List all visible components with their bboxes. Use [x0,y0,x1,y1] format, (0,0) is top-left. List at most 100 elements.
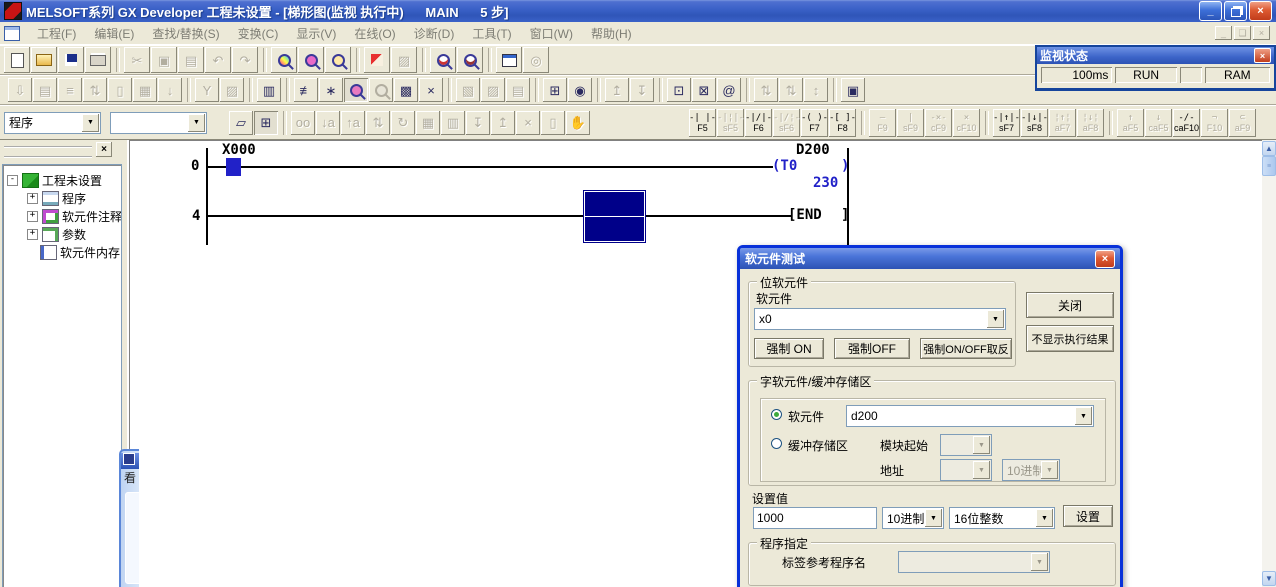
buffer-memory-radio[interactable] [771,438,782,449]
sampling-trace-button[interactable]: ◉ [568,78,592,102]
print-button[interactable] [85,47,111,73]
copy-button[interactable]: ▣ [151,47,177,73]
menu-item-help[interactable]: 帮助(H) [582,23,641,44]
scroll-up-button[interactable]: ↥ [605,78,629,102]
mdi-minimize-button[interactable]: _ [1215,26,1232,40]
monitor-write-button[interactable]: ∗ [319,78,343,102]
monitor-display-button[interactable]: ▣ [841,78,865,102]
ladder-write-button[interactable]: ⇩ [8,78,32,102]
transfer-setup-button[interactable]: ▥ [257,78,281,102]
copy-program-button[interactable]: ▤ [33,78,57,102]
end-instruction[interactable]: [END [788,207,822,223]
close-button[interactable]: × [1249,1,1272,21]
comment-circle-button[interactable]: ◎ [523,47,549,73]
convert-block-button[interactable]: ▨ [220,78,244,102]
menu-item-window[interactable]: 窗口(W) [521,23,582,44]
device-test-button[interactable] [344,78,368,102]
panel-close-button[interactable]: × [96,142,112,157]
list-used-device-button[interactable]: ▨ [481,78,505,102]
zoom-in-button[interactable] [430,47,456,73]
find-instruction-button[interactable] [325,47,351,73]
open-window-button[interactable]: ⊡ [667,78,691,102]
scroll-down-arrow[interactable]: ▼ [1262,571,1276,586]
expand-icon[interactable]: + [27,211,38,222]
monitor-start-button[interactable]: ≢ [294,78,318,102]
write-mode-button[interactable] [364,47,390,73]
menu-item-convert[interactable]: 变换(C) [229,23,288,44]
mdi-close-button[interactable]: × [1253,26,1270,40]
chevron-down-icon[interactable]: ▼ [1036,509,1053,527]
refresh-button[interactable]: ↻ [391,111,415,135]
device-batch-button[interactable] [369,78,393,102]
find-next-down-button[interactable]: ↓a [316,111,340,135]
expand-icon[interactable]: + [27,229,38,240]
cut-button[interactable]: ✂ [124,47,150,73]
monitor-mode-button[interactable]: ▨ [391,47,417,73]
comment-display-button[interactable]: ▱ [229,111,253,135]
undo-button[interactable]: ↶ [205,47,231,73]
chevron-down-icon[interactable]: ▼ [987,310,1004,328]
open-project-button[interactable] [31,47,57,73]
timer-coil[interactable]: (T0 [772,158,797,174]
find-device-button[interactable] [298,47,324,73]
set-value-input[interactable]: 1000 [753,507,877,529]
chevron-down-icon[interactable]: ▼ [925,509,942,527]
expand-icon[interactable]: + [27,193,38,204]
insert-line-button[interactable]: ↧ [466,111,490,135]
hide-result-button[interactable]: 不显示执行结果 [1026,325,1114,352]
dialog-close-button[interactable]: 关闭 [1026,292,1114,318]
menu-item-diagnostics[interactable]: 诊断(D) [405,23,464,44]
menu-item-online[interactable]: 在线(O) [345,23,404,44]
cascade-window-button[interactable] [496,47,522,73]
find-updown-button[interactable]: ⇅ [366,111,390,135]
scroll-down-button[interactable]: ↧ [630,78,654,102]
dialog-titlebar[interactable]: 软元件测试 × [740,248,1120,269]
data-select[interactable]: ▼ [110,112,207,134]
branch-write-button[interactable]: Y [195,78,219,102]
tree-item-parameter[interactable]: + 参数 [27,225,121,243]
mdi-child-icon[interactable] [4,26,20,41]
note-button[interactable]: ⇅ [779,78,803,102]
program-select[interactable]: 程序 ▼ [4,112,101,134]
tree-root-project[interactable]: - 工程未设置 [7,171,121,189]
error-check-button[interactable]: ≡ [58,78,82,102]
delete-line-button[interactable]: ↥ [491,111,515,135]
chevron-down-icon[interactable]: ▼ [188,114,205,132]
bit-device-combo[interactable]: x0 ▼ [754,308,1006,330]
dialog-close-icon[interactable]: × [1095,250,1115,268]
save-project-button[interactable] [58,47,84,73]
statement-button[interactable]: ↕ [804,78,828,102]
tree-item-device-comment[interactable]: + 软元件注释 [27,207,121,225]
redo-button[interactable]: ↷ [232,47,258,73]
contact-coil-list-button[interactable]: ▤ [506,78,530,102]
entry-data-monitor-button[interactable]: ⊞ [543,78,567,102]
menu-item-view[interactable]: 显示(V) [287,23,345,44]
stop-monitor-button[interactable]: × [419,78,443,102]
scroll-up-arrow[interactable]: ▲ [1262,141,1276,156]
insert-row-button[interactable]: ↓ [158,78,182,102]
chevron-down-icon[interactable]: ▼ [82,114,99,132]
force-on-button[interactable]: 强制 ON [754,338,824,359]
vertical-scrollbar[interactable]: ▲ ≡ ▼ [1262,140,1276,587]
tree-item-device-memory[interactable]: 软元件内存 [40,243,121,261]
word-device-radio[interactable] [771,409,782,420]
project-tree-toggle-button[interactable]: ⊞ [254,111,278,135]
word-device-combo[interactable]: d200 ▼ [846,405,1094,427]
force-toggle-button[interactable]: 强制ON/OFF取反 [920,338,1012,359]
menu-item-find-replace[interactable]: 查找/替换(S) [143,23,228,44]
ladder-list-button[interactable]: ▥ [441,111,465,135]
sort-step-button[interactable]: ⇅ [83,78,107,102]
scroll-thumb[interactable]: ≡ [1262,156,1276,176]
mdi-restore-button[interactable]: ❑ [1234,26,1251,40]
contact-x000-on[interactable] [226,158,241,176]
restore-button[interactable] [1224,1,1247,21]
new-project-button[interactable] [4,47,30,73]
find-button[interactable] [271,47,297,73]
cross-reference-button[interactable]: ▧ [456,78,480,102]
monitor-status-titlebar[interactable]: 监视状态 × [1037,47,1274,64]
delete-rung-button[interactable]: × [516,111,540,135]
tree-item-program[interactable]: + 程序 [27,189,121,207]
find-next-up-button[interactable]: ↑a [341,111,365,135]
force-off-button[interactable]: 强制OFF [834,338,910,359]
find-binoculars-button[interactable]: oo [291,111,315,135]
